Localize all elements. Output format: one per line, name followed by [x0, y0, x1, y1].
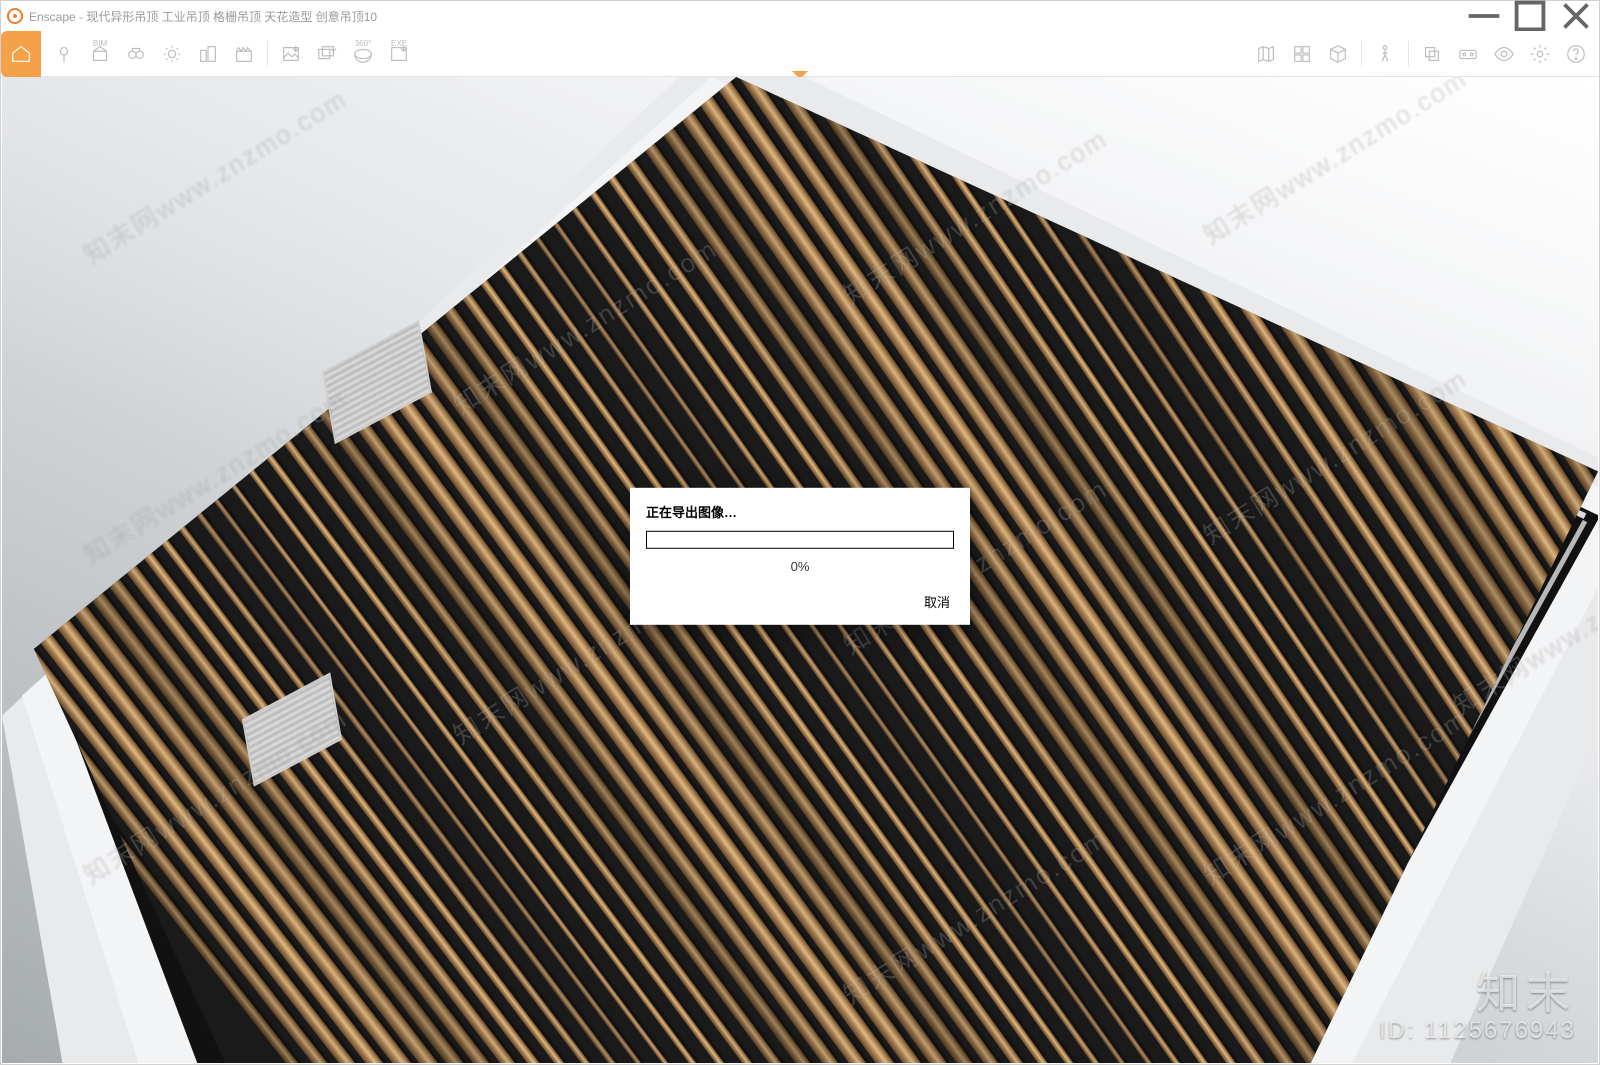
pin-button[interactable] — [47, 37, 81, 71]
pano-360-button[interactable]: 360° — [346, 37, 380, 71]
depth-button[interactable] — [1415, 37, 1449, 71]
grid-button[interactable] — [1285, 37, 1319, 71]
titlebar-left: Enscape - 现代异形吊顶 工业吊顶 格栅吊顶 天花造型 创意吊顶10 — [7, 8, 377, 25]
export-dialog-title: 正在导出图像… — [646, 502, 954, 521]
toolbar-badge: BIM — [93, 39, 107, 48]
toolbar-badge: EXE — [391, 39, 407, 48]
minimize-button[interactable] — [1461, 1, 1507, 31]
vr-button[interactable] — [1451, 37, 1485, 71]
toolbar: BIM 360° EXE — [1, 31, 1599, 77]
window-controls — [1461, 1, 1599, 31]
toolbar-separator — [1408, 41, 1409, 67]
cancel-button[interactable]: 取消 — [920, 588, 954, 615]
toolbar-left: BIM 360° EXE — [7, 37, 416, 71]
binoculars-button[interactable] — [119, 37, 153, 71]
cube-button[interactable] — [1321, 37, 1355, 71]
toolbar-badge: 360° — [355, 39, 372, 48]
close-button[interactable] — [1553, 1, 1599, 31]
help-button[interactable] — [1559, 37, 1593, 71]
eye-button[interactable] — [1487, 37, 1521, 71]
home-button[interactable] — [1, 31, 41, 77]
export-exe-button[interactable]: EXE — [382, 37, 416, 71]
app-window: Enscape - 现代异形吊顶 工业吊顶 格栅吊顶 天花造型 创意吊顶10 B… — [0, 0, 1600, 1065]
watermark-id: ID: 1125676943 — [1379, 1017, 1576, 1045]
clapper-button[interactable] — [227, 37, 261, 71]
walk-button[interactable] — [1368, 37, 1402, 71]
viewport-3d[interactable]: 知末网www.znzmo.com知末网www.znzmo.com知末网www.z… — [2, 77, 1598, 1063]
export-image-button[interactable] — [274, 37, 308, 71]
progress-bar — [646, 531, 954, 549]
watermark-brand-cn: 知末 — [1379, 957, 1576, 1021]
toolbar-separator — [1361, 41, 1362, 67]
gear-button[interactable] — [1523, 37, 1557, 71]
maximize-button[interactable] — [1507, 1, 1553, 31]
app-logo-icon — [7, 8, 23, 24]
sun-button[interactable] — [155, 37, 189, 71]
export-dialog: 正在导出图像… 0% 取消 — [630, 488, 970, 625]
titlebar: Enscape - 现代异形吊顶 工业吊顶 格栅吊顶 天花造型 创意吊顶10 — [1, 1, 1599, 31]
map-button[interactable] — [1249, 37, 1283, 71]
buildings-button[interactable] — [191, 37, 225, 71]
watermark-brand: 知末 ID: 1125676943 — [1379, 957, 1576, 1045]
toolbar-separator — [267, 41, 268, 67]
progress-percent-label: 0% — [646, 559, 954, 574]
export-batch-button[interactable] — [310, 37, 344, 71]
toolbar-right — [1249, 37, 1593, 71]
app-title: Enscape - 现代异形吊顶 工业吊顶 格栅吊顶 天花造型 创意吊顶10 — [29, 8, 377, 25]
bim-button[interactable]: BIM — [83, 37, 117, 71]
